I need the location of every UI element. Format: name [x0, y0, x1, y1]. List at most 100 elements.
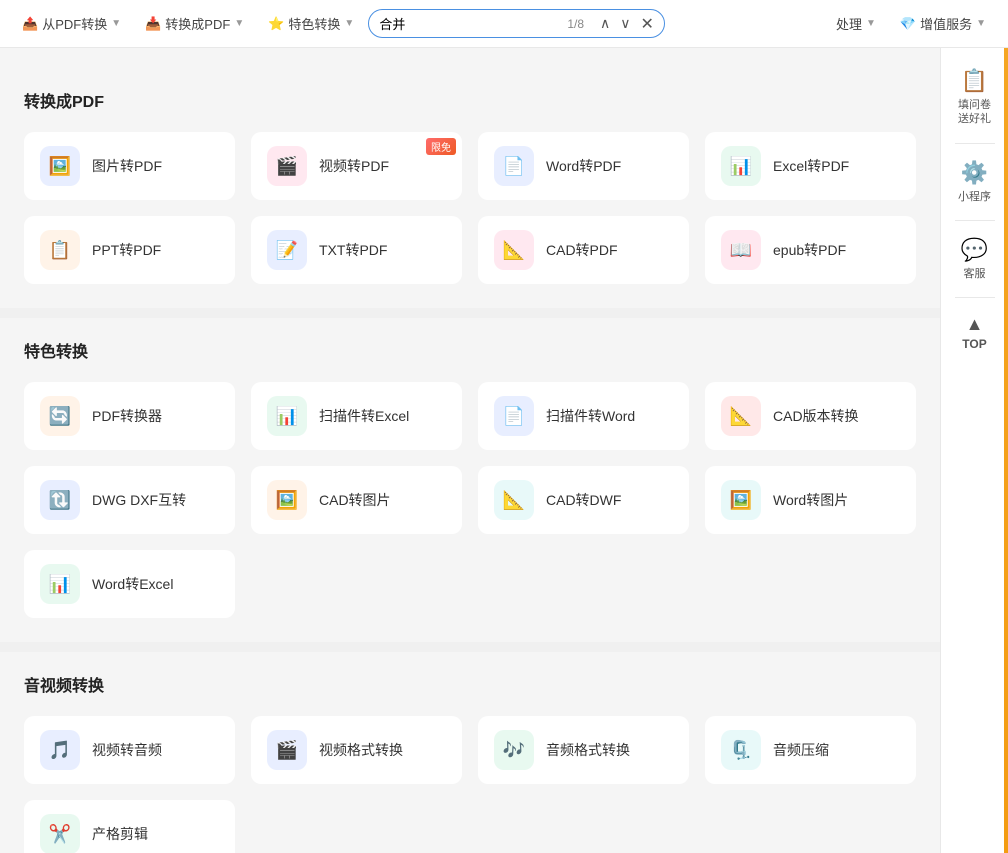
- item-icon: 📖: [721, 230, 761, 270]
- item-label: DWG DXF互转: [92, 490, 186, 510]
- item-label: 视频格式转换: [319, 740, 403, 760]
- items-grid-convert: 🖼️ 图片转PDF 🎬 视频转PDF 限免 📄 Word转PDF 📊 Excel…: [24, 132, 916, 284]
- item-label: 视频转PDF: [319, 156, 389, 176]
- miniapp-icon: ⚙️: [961, 160, 988, 186]
- top-arrow-icon: ▲: [966, 314, 984, 335]
- item-cad-dwf[interactable]: 📐 CAD转DWF: [478, 466, 689, 534]
- item-icon: 🖼️: [721, 480, 761, 520]
- item-cad-to-pdf[interactable]: 📐 CAD转PDF: [478, 216, 689, 284]
- search-count: 1/8: [561, 17, 590, 31]
- to-pdf-label: 转换成PDF: [165, 14, 230, 33]
- item-word-excel[interactable]: 📊 Word转Excel: [24, 550, 235, 618]
- item-label: Excel转PDF: [773, 156, 849, 176]
- search-input[interactable]: [379, 16, 555, 31]
- item-label: CAD版本转换: [773, 406, 859, 426]
- item-label: Word转PDF: [546, 156, 621, 176]
- process-btn[interactable]: 处理 ▼: [826, 8, 886, 39]
- chevron-icon5: ▼: [976, 18, 986, 29]
- item-word-to-pdf[interactable]: 📄 Word转PDF: [478, 132, 689, 200]
- item-icon: 🎬: [267, 730, 307, 770]
- chevron-icon4: ▼: [866, 18, 876, 29]
- item-video-audio[interactable]: 🎵 视频转音频: [24, 716, 235, 784]
- from-pdf-label: 从PDF转换: [42, 14, 107, 33]
- from-pdf-btn[interactable]: 📤 从PDF转换 ▼: [12, 8, 131, 39]
- item-video-format[interactable]: 🎬 视频格式转换: [251, 716, 462, 784]
- item-icon: 📄: [494, 146, 534, 186]
- item-icon: 🔄: [40, 396, 80, 436]
- items-grid-special: 🔄 PDF转换器 📊 扫描件转Excel 📄 扫描件转Word 📐 CAD版本转…: [24, 382, 916, 618]
- item-icon: 📊: [267, 396, 307, 436]
- right-sidebar: 📋 填问卷送好礼 ⚙️ 小程序 💬 客服 ▲ TOP: [940, 48, 1008, 853]
- item-icon: 📐: [494, 480, 534, 520]
- search-nav: ∧ ∨: [596, 13, 635, 34]
- item-icon: 🎵: [40, 730, 80, 770]
- item-image-to-pdf[interactable]: 🖼️ 图片转PDF: [24, 132, 235, 200]
- item-label: 图片转PDF: [92, 156, 162, 176]
- item-video-to-pdf[interactable]: 🎬 视频转PDF 限免: [251, 132, 462, 200]
- vip-label: 增值服务: [920, 14, 972, 33]
- item-audio-format[interactable]: 🎶 音频格式转换: [478, 716, 689, 784]
- item-cad-image[interactable]: 🖼️ CAD转图片: [251, 466, 462, 534]
- sidebar-item-miniapp[interactable]: ⚙️ 小程序: [945, 152, 1005, 212]
- chevron-icon3: ▼: [344, 18, 354, 29]
- main-content: 转换成PDF 🖼️ 图片转PDF 🎬 视频转PDF 限免 📄 Word转PDF: [0, 48, 1008, 853]
- item-dwg-dxf[interactable]: 🔃 DWG DXF互转: [24, 466, 235, 534]
- sidebar-divider-2: [955, 220, 995, 221]
- item-label: Word转图片: [773, 490, 848, 510]
- process-label: 处理: [836, 14, 862, 33]
- item-excel-to-pdf[interactable]: 📊 Excel转PDF: [705, 132, 916, 200]
- item-label: CAD转DWF: [546, 490, 621, 510]
- item-ppt-to-pdf[interactable]: 📋 PPT转PDF: [24, 216, 235, 284]
- chevron-icon2: ▼: [234, 18, 244, 29]
- item-icon: 📋: [40, 230, 80, 270]
- service-icon: 💬: [961, 237, 988, 263]
- item-icon: 📊: [40, 564, 80, 604]
- item-label: PPT转PDF: [92, 240, 161, 260]
- item-label: 音频格式转换: [546, 740, 630, 760]
- search-close-btn[interactable]: ✕: [641, 14, 654, 34]
- item-label: TXT转PDF: [319, 240, 387, 260]
- item-audio-compress[interactable]: 🗜️ 音频压缩: [705, 716, 916, 784]
- special-icon: ⭐: [268, 16, 284, 32]
- item-scan-word[interactable]: 📄 扫描件转Word: [478, 382, 689, 450]
- yellow-accent: [1004, 48, 1008, 853]
- from-pdf-icon: 📤: [22, 16, 38, 32]
- item-icon: 📐: [721, 396, 761, 436]
- section-audio-video: 音视频转换 🎵 视频转音频 🎬 视频格式转换 🎶 音频格式转换 🗜️ 音频压缩: [24, 672, 916, 853]
- to-pdf-icon: 📥: [145, 16, 161, 32]
- questionnaire-icon: 📋: [961, 68, 988, 94]
- sidebar-item-questionnaire[interactable]: 📋 填问卷送好礼: [945, 60, 1005, 135]
- item-txt-to-pdf[interactable]: 📝 TXT转PDF: [251, 216, 462, 284]
- item-epub-to-pdf[interactable]: 📖 epub转PDF: [705, 216, 916, 284]
- section-title-convert: 转换成PDF: [24, 88, 916, 112]
- to-pdf-btn[interactable]: 📥 转换成PDF ▼: [135, 8, 254, 39]
- section-title-av: 音视频转换: [24, 672, 916, 696]
- item-icon: 📄: [494, 396, 534, 436]
- vip-icon: 💎: [900, 16, 916, 32]
- items-grid-av: 🎵 视频转音频 🎬 视频格式转换 🎶 音频格式转换 🗜️ 音频压缩 ✂️: [24, 716, 916, 853]
- sidebar-item-service[interactable]: 💬 客服: [945, 229, 1005, 289]
- section-special: 特色转换 🔄 PDF转换器 📊 扫描件转Excel 📄 扫描件转Word 📐 C…: [24, 338, 916, 618]
- sidebar-divider-1: [955, 143, 995, 144]
- item-word-image[interactable]: 🖼️ Word转图片: [705, 466, 916, 534]
- vip-service-btn[interactable]: 💎 增值服务 ▼: [890, 8, 996, 39]
- item-clip[interactable]: ✂️ 产格剪辑: [24, 800, 235, 853]
- item-scan-excel[interactable]: 📊 扫描件转Excel: [251, 382, 462, 450]
- item-label: 视频转音频: [92, 740, 162, 760]
- item-pdf-converter[interactable]: 🔄 PDF转换器: [24, 382, 235, 450]
- item-label: CAD转图片: [319, 490, 391, 510]
- item-label: 产格剪辑: [92, 824, 148, 844]
- sidebar-divider-3: [955, 297, 995, 298]
- section-divider-2: [0, 642, 940, 652]
- item-label: 扫描件转Word: [546, 406, 635, 426]
- item-label: Word转Excel: [92, 574, 173, 594]
- item-cad-version[interactable]: 📐 CAD版本转换: [705, 382, 916, 450]
- special-btn[interactable]: ⭐ 特色转换 ▼: [258, 8, 364, 39]
- section-title-special: 特色转换: [24, 338, 916, 362]
- scroll-area[interactable]: 转换成PDF 🖼️ 图片转PDF 🎬 视频转PDF 限免 📄 Word转PDF: [0, 48, 940, 853]
- item-label: 音频压缩: [773, 740, 829, 760]
- badge-xianmian: 限免: [426, 138, 456, 155]
- search-prev-btn[interactable]: ∧: [596, 13, 614, 34]
- top-button[interactable]: ▲ TOP: [945, 306, 1005, 359]
- search-next-btn[interactable]: ∨: [616, 13, 634, 34]
